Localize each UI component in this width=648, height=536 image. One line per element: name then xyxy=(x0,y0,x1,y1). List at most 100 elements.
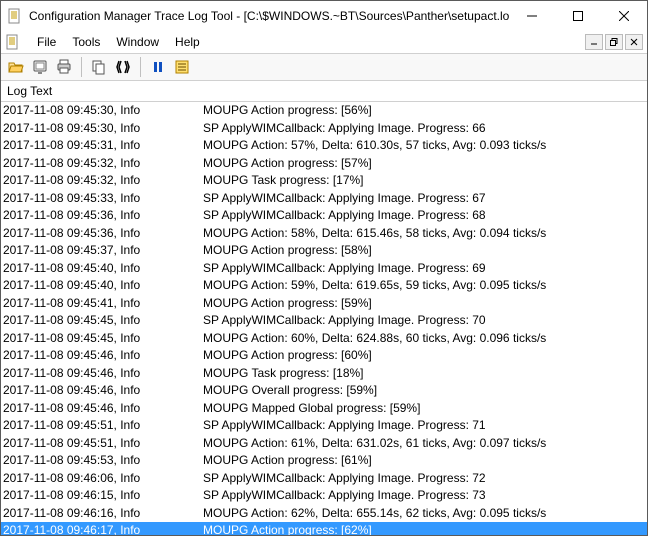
log-timestamp: 2017-11-08 09:45:30, Info xyxy=(3,102,203,120)
copy-button[interactable] xyxy=(88,56,110,78)
log-timestamp: 2017-11-08 09:45:37, Info xyxy=(3,242,203,260)
log-message: MOUPG Action: 58%, Delta: 615.46s, 58 ti… xyxy=(203,225,647,243)
toolbar-separator xyxy=(140,57,141,77)
log-message: MOUPG Action progress: [56%] xyxy=(203,102,647,120)
log-timestamp: 2017-11-08 09:45:46, Info xyxy=(3,365,203,383)
log-row[interactable]: 2017-11-08 09:45:36, InfoMOUPG Action: 5… xyxy=(1,225,647,243)
log-row[interactable]: 2017-11-08 09:45:46, InfoMOUPG Action pr… xyxy=(1,347,647,365)
log-row[interactable]: 2017-11-08 09:45:46, InfoMOUPG Task prog… xyxy=(1,365,647,383)
log-timestamp: 2017-11-08 09:46:06, Info xyxy=(3,470,203,488)
titlebar[interactable]: Configuration Manager Trace Log Tool - [… xyxy=(1,1,647,31)
log-row[interactable]: 2017-11-08 09:45:30, InfoSP ApplyWIMCall… xyxy=(1,120,647,138)
log-timestamp: 2017-11-08 09:45:45, Info xyxy=(3,330,203,348)
mdi-controls xyxy=(583,34,647,50)
window-title: Configuration Manager Trace Log Tool - [… xyxy=(29,9,509,23)
log-row[interactable]: 2017-11-08 09:45:51, InfoMOUPG Action: 6… xyxy=(1,435,647,453)
log-message: SP ApplyWIMCallback: Applying Image. Pro… xyxy=(203,120,647,138)
log-timestamp: 2017-11-08 09:46:15, Info xyxy=(3,487,203,505)
log-timestamp: 2017-11-08 09:45:32, Info xyxy=(3,155,203,173)
log-message: MOUPG Mapped Global progress: [59%] xyxy=(203,400,647,418)
menu-window[interactable]: Window xyxy=(108,33,167,51)
log-row[interactable]: 2017-11-08 09:45:32, InfoMOUPG Action pr… xyxy=(1,155,647,173)
log-message: MOUPG Action progress: [60%] xyxy=(203,347,647,365)
pause-button[interactable] xyxy=(147,56,169,78)
app-icon xyxy=(7,8,23,24)
log-message: MOUPG Action progress: [61%] xyxy=(203,452,647,470)
mdi-restore-button[interactable] xyxy=(605,34,623,50)
toolbar xyxy=(1,53,647,81)
log-row[interactable]: 2017-11-08 09:45:45, InfoMOUPG Action: 6… xyxy=(1,330,647,348)
minimize-button[interactable] xyxy=(509,1,555,31)
menu-tools[interactable]: Tools xyxy=(64,33,108,51)
log-row[interactable]: 2017-11-08 09:45:53, InfoMOUPG Action pr… xyxy=(1,452,647,470)
log-row[interactable]: 2017-11-08 09:45:45, InfoSP ApplyWIMCall… xyxy=(1,312,647,330)
log-message: MOUPG Action: 60%, Delta: 624.88s, 60 ti… xyxy=(203,330,647,348)
log-message: SP ApplyWIMCallback: Applying Image. Pro… xyxy=(203,312,647,330)
log-timestamp: 2017-11-08 09:45:41, Info xyxy=(3,295,203,313)
log-timestamp: 2017-11-08 09:45:33, Info xyxy=(3,190,203,208)
log-timestamp: 2017-11-08 09:45:51, Info xyxy=(3,417,203,435)
log-timestamp: 2017-11-08 09:45:46, Info xyxy=(3,347,203,365)
log-message: MOUPG Action: 59%, Delta: 619.65s, 59 ti… xyxy=(203,277,647,295)
log-row[interactable]: 2017-11-08 09:45:36, InfoSP ApplyWIMCall… xyxy=(1,207,647,225)
log-message: MOUPG Action: 57%, Delta: 610.30s, 57 ti… xyxy=(203,137,647,155)
log-timestamp: 2017-11-08 09:45:46, Info xyxy=(3,382,203,400)
log-column-header[interactable]: Log Text xyxy=(1,81,647,102)
menu-help[interactable]: Help xyxy=(167,33,208,51)
mdi-minimize-button[interactable] xyxy=(585,34,603,50)
find-button[interactable] xyxy=(112,56,134,78)
log-row[interactable]: 2017-11-08 09:45:30, InfoMOUPG Action pr… xyxy=(1,102,647,120)
log-body[interactable]: 2017-11-08 09:45:30, InfoMOUPG Action pr… xyxy=(1,102,647,535)
print-button[interactable] xyxy=(53,56,75,78)
log-message: SP ApplyWIMCallback: Applying Image. Pro… xyxy=(203,487,647,505)
close-button[interactable] xyxy=(601,1,647,31)
log-message: MOUPG Action progress: [59%] xyxy=(203,295,647,313)
log-row[interactable]: 2017-11-08 09:45:32, InfoMOUPG Task prog… xyxy=(1,172,647,190)
preview-button[interactable] xyxy=(29,56,51,78)
log-message: SP ApplyWIMCallback: Applying Image. Pro… xyxy=(203,207,647,225)
log-timestamp: 2017-11-08 09:45:46, Info xyxy=(3,400,203,418)
log-message: MOUPG Action progress: [62%] xyxy=(203,522,647,535)
log-timestamp: 2017-11-08 09:45:51, Info xyxy=(3,435,203,453)
log-area: Log Text 2017-11-08 09:45:30, InfoMOUPG … xyxy=(1,81,647,535)
log-row[interactable]: 2017-11-08 09:45:40, InfoSP ApplyWIMCall… xyxy=(1,260,647,278)
log-message: MOUPG Action: 61%, Delta: 631.02s, 61 ti… xyxy=(203,435,647,453)
log-row[interactable]: 2017-11-08 09:45:31, InfoMOUPG Action: 5… xyxy=(1,137,647,155)
log-row[interactable]: 2017-11-08 09:46:06, InfoSP ApplyWIMCall… xyxy=(1,470,647,488)
highlight-button[interactable] xyxy=(171,56,193,78)
log-row[interactable]: 2017-11-08 09:45:46, InfoMOUPG Mapped Gl… xyxy=(1,400,647,418)
log-timestamp: 2017-11-08 09:45:36, Info xyxy=(3,225,203,243)
toolbar-separator xyxy=(81,57,82,77)
log-row[interactable]: 2017-11-08 09:46:17, InfoMOUPG Action pr… xyxy=(1,522,647,535)
log-row[interactable]: 2017-11-08 09:45:51, InfoSP ApplyWIMCall… xyxy=(1,417,647,435)
document-icon[interactable] xyxy=(5,34,21,50)
log-timestamp: 2017-11-08 09:45:36, Info xyxy=(3,207,203,225)
log-row[interactable]: 2017-11-08 09:45:46, InfoMOUPG Overall p… xyxy=(1,382,647,400)
log-row[interactable]: 2017-11-08 09:46:16, InfoMOUPG Action: 6… xyxy=(1,505,647,523)
log-timestamp: 2017-11-08 09:45:45, Info xyxy=(3,312,203,330)
log-message: MOUPG Task progress: [17%] xyxy=(203,172,647,190)
log-timestamp: 2017-11-08 09:45:30, Info xyxy=(3,120,203,138)
log-row[interactable]: 2017-11-08 09:45:41, InfoMOUPG Action pr… xyxy=(1,295,647,313)
log-message: SP ApplyWIMCallback: Applying Image. Pro… xyxy=(203,417,647,435)
log-timestamp: 2017-11-08 09:45:32, Info xyxy=(3,172,203,190)
log-row[interactable]: 2017-11-08 09:45:40, InfoMOUPG Action: 5… xyxy=(1,277,647,295)
log-message: SP ApplyWIMCallback: Applying Image. Pro… xyxy=(203,260,647,278)
log-timestamp: 2017-11-08 09:45:40, Info xyxy=(3,260,203,278)
log-row[interactable]: 2017-11-08 09:45:37, InfoMOUPG Action pr… xyxy=(1,242,647,260)
mdi-close-button[interactable] xyxy=(625,34,643,50)
menubar: File Tools Window Help xyxy=(1,31,647,53)
log-message: MOUPG Action progress: [57%] xyxy=(203,155,647,173)
log-row[interactable]: 2017-11-08 09:45:33, InfoSP ApplyWIMCall… xyxy=(1,190,647,208)
log-row[interactable]: 2017-11-08 09:46:15, InfoSP ApplyWIMCall… xyxy=(1,487,647,505)
log-message: MOUPG Action: 62%, Delta: 655.14s, 62 ti… xyxy=(203,505,647,523)
open-button[interactable] xyxy=(5,56,27,78)
log-message: MOUPG Action progress: [58%] xyxy=(203,242,647,260)
menu-file[interactable]: File xyxy=(29,33,64,51)
log-timestamp: 2017-11-08 09:45:53, Info xyxy=(3,452,203,470)
log-message: SP ApplyWIMCallback: Applying Image. Pro… xyxy=(203,470,647,488)
log-message: MOUPG Overall progress: [59%] xyxy=(203,382,647,400)
log-timestamp: 2017-11-08 09:45:31, Info xyxy=(3,137,203,155)
maximize-button[interactable] xyxy=(555,1,601,31)
log-timestamp: 2017-11-08 09:46:17, Info xyxy=(3,522,203,535)
